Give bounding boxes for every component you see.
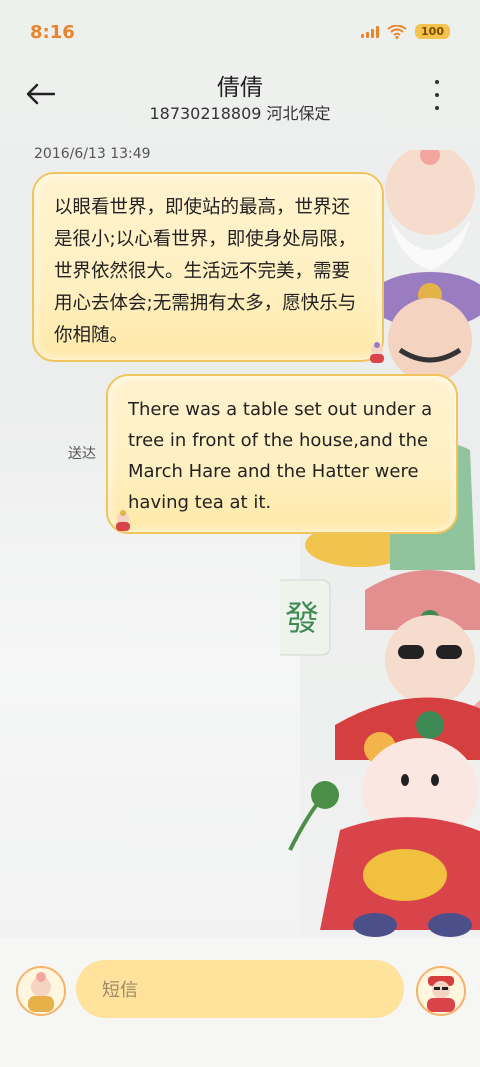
message-timestamp: 2016/6/13 13:49 xyxy=(34,146,151,162)
chat-header: 倩倩 18730218809 河北保定 xyxy=(0,68,480,138)
message-input[interactable]: 短信 xyxy=(76,960,404,1018)
avatar[interactable] xyxy=(16,966,66,1016)
battery-icon: 100 xyxy=(415,24,450,39)
status-icons: 100 xyxy=(361,24,450,39)
avatar-icon xyxy=(28,972,54,1012)
sticker-icon xyxy=(116,510,130,531)
more-vertical-icon xyxy=(435,80,439,84)
emoji-sticker-button[interactable] xyxy=(416,966,466,1016)
outgoing-message-bubble[interactable]: There was a table set out under a tree i… xyxy=(106,374,458,534)
sticker-icon xyxy=(370,342,384,363)
wifi-icon xyxy=(387,24,407,39)
incoming-message-bubble[interactable]: 以眼看世界，即使站的最高，世界还是很小;以心看世界，即使身处局限，世界依然很大。… xyxy=(32,172,384,363)
signal-icon xyxy=(361,25,380,38)
more-options-button[interactable] xyxy=(430,80,444,110)
outgoing-message-text: There was a table set out under a tree i… xyxy=(128,399,433,513)
status-bar: 8:16 100 xyxy=(0,0,480,68)
incoming-message-text: 以眼看世界，即使站的最高，世界还是很小;以心看世界，即使身处局限，世界依然很大。… xyxy=(54,197,357,346)
contact-info: 18730218809 河北保定 xyxy=(149,104,331,123)
emoji-sticker-icon xyxy=(427,976,455,1012)
message-input-placeholder: 短信 xyxy=(102,980,138,1001)
contact-name: 倩倩 xyxy=(217,75,263,101)
status-time: 8:16 xyxy=(30,22,75,43)
svg-text:發: 發 xyxy=(285,599,319,639)
delivery-status: 送达 xyxy=(68,446,96,462)
